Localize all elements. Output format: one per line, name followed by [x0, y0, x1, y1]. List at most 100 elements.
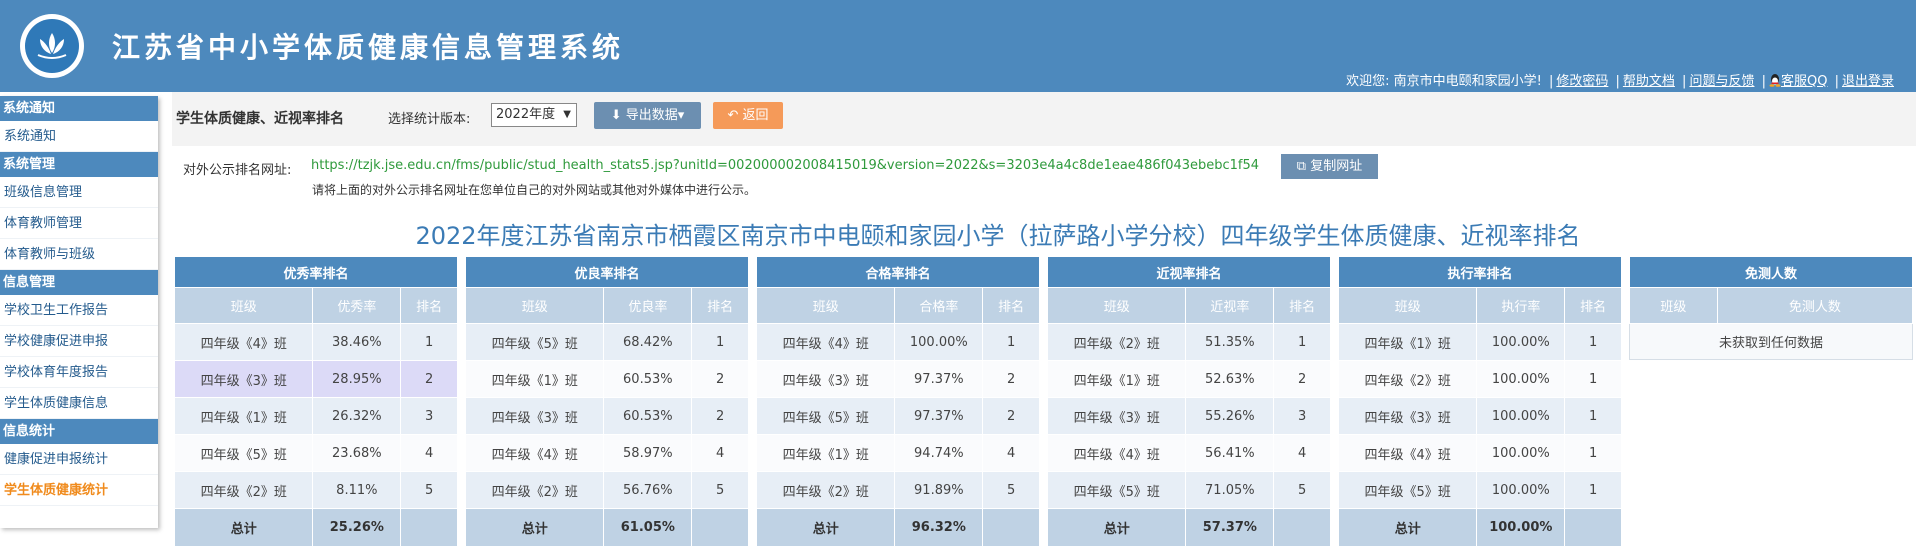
sidebar-item-pe-teachers[interactable]: 体育教师管理 — [0, 208, 158, 239]
table-cell: 56.41% — [1185, 434, 1275, 472]
excellent-rate-table: 优秀率排名 班级 优秀率 排名 四年级《4》班 38.46% 1 四年级《3》班 28.95% 2… — [173, 256, 458, 547]
column-header: 班级 — [1337, 287, 1478, 324]
table-cell: 四年级《3》班 — [755, 360, 896, 398]
version-select[interactable]: 2022年度 ▼ — [491, 103, 577, 127]
table-cell: 60.53% — [603, 397, 693, 435]
download-icon: ⬇ — [610, 108, 622, 123]
sidebar-section-info: 信息管理 — [0, 270, 158, 295]
user-bar: 欢迎您: 南京市中电颐和家园小学! | 修改密码 | 帮助文档 | 问题与反馈 | 客服… — [1346, 73, 1894, 89]
back-button[interactable]: ↶ 返回 — [713, 102, 783, 129]
table-cell: 5 — [400, 471, 458, 509]
table-cell: 1 — [400, 323, 458, 361]
app-header: 江苏省中小学体质健康信息管理系统 欢迎您: 南京市中电颐和家园小学! | 修改密码… — [0, 0, 1916, 92]
table-cell: 71.05% — [1185, 471, 1275, 509]
lotus-logo-icon — [25, 19, 79, 73]
qq-penguin-icon — [1769, 73, 1781, 87]
total-cell — [1273, 508, 1331, 547]
table-cell: 55.26% — [1185, 397, 1275, 435]
table-cell: 四年级《2》班 — [1337, 360, 1478, 398]
table-cell: 四年级《3》班 — [1337, 397, 1478, 435]
total-cell — [982, 508, 1040, 547]
column-header: 免测人数 — [1716, 287, 1914, 324]
table-row: 四年级《2》班 8.11% 5 — [173, 471, 458, 509]
sidebar-item-hygiene-report[interactable]: 学校卫生工作报告 — [0, 295, 158, 326]
table-cell: 1 — [1564, 360, 1622, 398]
table-cell: 四年级《2》班 — [173, 471, 314, 509]
table-cell: 1 — [982, 323, 1040, 361]
table-cell: 8.11% — [312, 471, 402, 509]
qq-support-link[interactable]: 客服QQ — [1781, 74, 1827, 89]
version-value: 2022年度 — [496, 107, 556, 122]
table-row: 四年级《1》班 26.32% 3 — [173, 397, 458, 435]
help-docs-link[interactable]: 帮助文档 — [1623, 74, 1675, 89]
table-row: 四年级《4》班 38.46% 1 — [173, 323, 458, 361]
logout-link[interactable]: 退出登录 — [1842, 74, 1894, 89]
sidebar-item-system-notice[interactable]: 系统通知 — [0, 121, 158, 152]
pass-rate-table: 合格率排名 班级 合格率 排名 四年级《4》班 100.00% 1 四年级《3》班 97.37%… — [755, 256, 1040, 547]
toolbar: 学生体质健康、近视率排名 选择统计版本: 2022年度 ▼ ⬇ 导出数据▾ ↶ … — [172, 92, 1916, 146]
table-cell: 1 — [1564, 323, 1622, 361]
table-row: 四年级《4》班 100.00% 1 — [755, 323, 1040, 361]
sidebar-item-health-promotion[interactable]: 学校健康促进申报 — [0, 326, 158, 357]
sidebar-item-class-info[interactable]: 班级信息管理 — [0, 177, 158, 208]
table-row: 四年级《3》班 97.37% 2 — [755, 360, 1040, 398]
table-cell: 四年级《5》班 — [1337, 471, 1478, 509]
table-cell: 四年级《5》班 — [1046, 471, 1187, 509]
column-header: 排名 — [1273, 287, 1331, 324]
table-caption: 执行率排名 — [1338, 256, 1622, 288]
total-cell — [691, 508, 749, 547]
logo — [20, 14, 84, 78]
table-cell: 97.37% — [894, 397, 984, 435]
table-cell: 4 — [1273, 434, 1331, 472]
column-header: 班级 — [464, 287, 605, 324]
back-label: 返回 — [742, 108, 769, 123]
table-row: 四年级《3》班 28.95% 2 — [173, 360, 458, 398]
copy-url-button[interactable]: ⧉ 复制网址 — [1281, 154, 1378, 179]
table-row: 四年级《2》班 56.76% 5 — [464, 471, 749, 509]
export-label: 导出数据 — [625, 108, 678, 123]
table-cell: 四年级《1》班 — [173, 397, 314, 435]
sidebar-item-pe-annual-report[interactable]: 学校体育年度报告 — [0, 357, 158, 388]
table-cell: 100.00% — [1476, 323, 1566, 361]
welcome-text: 欢迎您: 南京市中电颐和家园小学! — [1346, 74, 1542, 89]
export-button[interactable]: ⬇ 导出数据▾ — [594, 102, 701, 129]
table-row: 四年级《5》班 68.42% 1 — [464, 323, 749, 361]
table-row: 四年级《3》班 55.26% 3 — [1046, 397, 1331, 435]
table-caption: 近视率排名 — [1047, 256, 1331, 288]
table-row: 四年级《1》班 94.74% 4 — [755, 434, 1040, 472]
table-row: 四年级《3》班 60.53% 2 — [464, 397, 749, 435]
feedback-link[interactable]: 问题与反馈 — [1689, 74, 1754, 89]
total-cell: 57.37% — [1185, 508, 1275, 547]
table-cell: 91.89% — [894, 471, 984, 509]
sidebar: 系统通知 系统通知 系统管理 班级信息管理 体育教师管理 体育教师与班级 信息管… — [0, 96, 158, 528]
exempt-count-table: 免测人数 班级 免测人数 未获取到任何数据 — [1629, 256, 1914, 360]
table-cell: 四年级《2》班 — [755, 471, 896, 509]
change-password-link[interactable]: 修改密码 — [1556, 74, 1608, 89]
total-cell: 96.32% — [894, 508, 984, 547]
table-cell: 四年级《5》班 — [464, 323, 605, 361]
sidebar-item-teacher-class[interactable]: 体育教师与班级 — [0, 239, 158, 270]
select-caret-icon: ▼ — [563, 109, 571, 120]
table-cell: 3 — [400, 397, 458, 435]
table-row: 四年级《1》班 52.63% 2 — [1046, 360, 1331, 398]
column-header: 排名 — [982, 287, 1040, 324]
table-row: 四年级《1》班 60.53% 2 — [464, 360, 749, 398]
column-header: 排名 — [1564, 287, 1622, 324]
total-row: 总计 100.00% — [1337, 508, 1622, 547]
table-cell: 52.63% — [1185, 360, 1275, 398]
sidebar-item-student-health-info[interactable]: 学生体质健康信息 — [0, 388, 158, 419]
table-cell: 四年级《5》班 — [173, 434, 314, 472]
table-cell: 5 — [982, 471, 1040, 509]
table-cell: 四年级《5》班 — [755, 397, 896, 435]
sidebar-item-health-stats[interactable]: 学生体质健康统计 — [0, 475, 158, 506]
copy-icon: ⧉ — [1296, 159, 1307, 174]
table-cell: 1 — [1564, 471, 1622, 509]
total-row: 总计 25.26% — [173, 508, 458, 547]
sidebar-item-promotion-stats[interactable]: 健康促进申报统计 — [0, 444, 158, 475]
table-row: 四年级《3》班 100.00% 1 — [1337, 397, 1622, 435]
table-cell: 四年级《2》班 — [464, 471, 605, 509]
column-header: 班级 — [755, 287, 896, 324]
table-cell: 68.42% — [603, 323, 693, 361]
public-url-text[interactable]: https://tzjk.jse.edu.cn/fms/public/stud_… — [311, 158, 1259, 173]
table-row: 四年级《1》班 100.00% 1 — [1337, 323, 1622, 361]
